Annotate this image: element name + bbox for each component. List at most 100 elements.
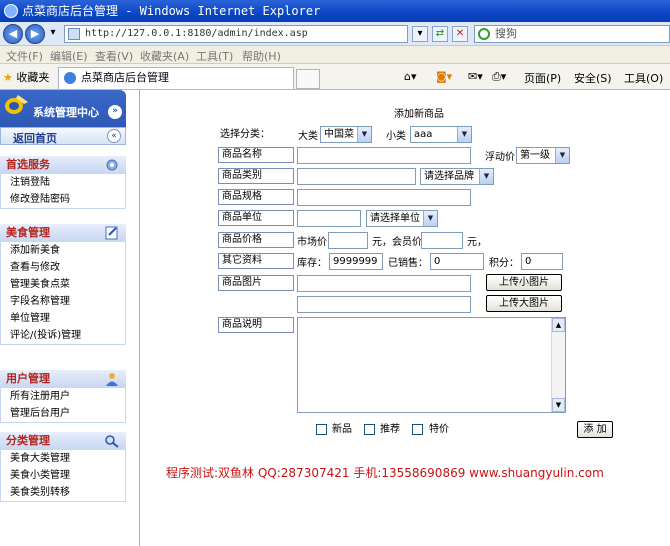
big-image-input[interactable] [297,296,471,313]
back-button[interactable]: ◀ [3,24,23,44]
product-type-label: 商品类别 [218,168,294,184]
stop-icon[interactable]: ✕ [452,26,468,42]
member-price-label: 元，会员价 [372,237,422,248]
product-spec-input[interactable] [297,189,471,206]
product-image-label: 商品图片 [218,275,294,291]
search-input[interactable]: 搜狗 [474,25,670,43]
navigation-bar: ◀ ▶ ▾ http://127.0.0.1:8180/admin/index.… [0,22,670,46]
address-bar[interactable]: http://127.0.0.1:8180/admin/index.asp [64,25,408,43]
product-desc-textarea[interactable]: ▲ ▼ [297,317,566,413]
upload-big-image-button[interactable]: 上传大图片 [486,295,562,312]
sidebar-item-comments[interactable]: 评论/(投诉)管理 [1,327,125,344]
page-menu[interactable]: 页面(P) [524,70,561,86]
product-price-label: 商品价格 [218,232,294,248]
upload-small-image-button[interactable]: 上传小图片 [486,274,562,291]
magnifier-icon [105,435,119,448]
print-icon[interactable]: ⎙▾ [492,70,506,84]
safety-menu[interactable]: 安全(S) [574,70,612,86]
new-label: 新品 [332,424,352,435]
brand-select[interactable]: 请选择品牌 ▼ [420,168,494,185]
recommend-checkbox[interactable] [364,424,375,435]
special-checkbox[interactable] [412,424,423,435]
section-title[interactable]: 用户管理 [0,370,126,388]
sidebar-item-small-category[interactable]: 美食小类管理 [1,467,125,484]
product-type-input[interactable] [297,168,416,185]
unit-select[interactable]: 请选择单位 ▼ [366,210,438,227]
float-price-value: 第一级 [520,150,550,161]
address-dropdown-icon[interactable]: ▾ [412,26,428,42]
address-text: http://127.0.0.1:8180/admin/index.asp [85,28,308,39]
tools-menu[interactable]: 工具(O) [624,70,663,86]
chevron-down-icon: ▼ [457,127,471,142]
sidebar-item-add-food[interactable]: 添加新美食 [1,242,125,259]
small-category-select[interactable]: aaa ▼ [410,126,472,143]
menu-help[interactable]: 帮助(H) [242,48,281,64]
favorites-button[interactable]: ★ 收藏夹 [3,69,49,85]
recommend-label: 推荐 [380,424,400,435]
forward-button[interactable]: ▶ [25,24,45,44]
credit-text: 程序测试:双鱼林 QQ:287307421 手机:13558690869 www… [166,466,604,480]
tab-current[interactable]: 点菜商店后台管理 [58,67,294,89]
submit-button[interactable]: 添 加 [577,421,613,438]
small-image-input[interactable] [297,275,471,292]
section-title[interactable]: 分类管理 [0,432,126,450]
menu-bar: 文件(F) 编辑(E) 查看(V) 收藏夹(A) 工具(T) 帮助(H) [0,46,670,64]
float-price-select[interactable]: 第一级 ▼ [516,147,570,164]
user-icon [106,373,118,386]
product-name-label: 商品名称 [218,147,294,163]
sidebar: 系统管理中心 » 返回首页 « 首选服务 注销登陆 修改登陆密码 美食管理 添加… [0,90,140,546]
sidebar-item-view-edit[interactable]: 查看与修改 [1,259,125,276]
section-title[interactable]: 首选服务 [0,156,126,174]
unit-select-value: 请选择单位 [370,213,420,224]
stock-input[interactable]: 9999999 [329,253,383,270]
sold-input[interactable]: 0 [430,253,484,270]
home-label: 返回首页 [13,132,57,145]
section-title-text: 用户管理 [6,372,50,385]
sidebar-home-link[interactable]: 返回首页 « [0,127,126,145]
sidebar-item-manage-orders[interactable]: 管理美食点菜 [1,276,125,293]
menu-favorites[interactable]: 收藏夹(A) [140,48,189,64]
history-dropdown-icon[interactable]: ▾ [45,26,61,42]
sidebar-item-admin-users[interactable]: 管理后台用户 [1,405,125,422]
sold-label: 已销售： [388,258,428,269]
member-price-input[interactable] [421,232,463,249]
star-icon: ★ [3,71,13,84]
scroll-down-icon[interactable]: ▼ [552,398,565,412]
chevron-down-icon: ▼ [555,148,569,163]
compat-view-icon[interactable]: ⇄ [432,26,448,42]
form-heading: 添加新商品 [394,109,444,120]
menu-view[interactable]: 查看(V) [95,48,133,64]
feeds-icon[interactable]: ◙▾ [436,70,452,83]
big-category-select[interactable]: 中国菜 ▼ [320,126,372,143]
gear-icon [106,159,118,171]
home-icon[interactable]: ⌂▾ [404,70,417,83]
favorites-label: 收藏夹 [16,71,50,84]
sidebar-item-logout[interactable]: 注销登陆 [1,174,125,191]
product-unit-input[interactable] [297,210,361,227]
menu-file[interactable]: 文件(F) [6,48,43,64]
new-checkbox[interactable] [316,424,327,435]
sidebar-item-field-names[interactable]: 字段名称管理 [1,293,125,310]
sidebar-item-units[interactable]: 单位管理 [1,310,125,327]
sidebar-item-change-password[interactable]: 修改登陆密码 [1,191,125,208]
menu-edit[interactable]: 编辑(E) [50,48,88,64]
ie-page-icon [64,72,76,84]
product-name-input[interactable] [297,147,471,164]
menu-tools[interactable]: 工具(T) [196,48,233,64]
mail-icon[interactable]: ✉▾ [468,70,483,83]
textarea-scrollbar[interactable]: ▲ ▼ [551,318,565,412]
sidebar-item-big-category[interactable]: 美食大类管理 [1,450,125,467]
collapse-all-icon[interactable]: » [108,105,122,119]
sidebar-item-all-users[interactable]: 所有注册用户 [1,388,125,405]
yuan-label: 元， [467,237,487,248]
sidebar-section-category: 分类管理 美食大类管理 美食小类管理 美食类别转移 [0,432,126,502]
section-title[interactable]: 美食管理 [0,224,126,242]
new-tab-button[interactable] [296,69,320,89]
section-title-text: 分类管理 [6,434,50,447]
market-price-input[interactable] [328,232,368,249]
scroll-up-icon[interactable]: ▲ [552,318,565,332]
sidebar-item-category-transfer[interactable]: 美食类别转移 [1,484,125,501]
points-input[interactable]: 0 [521,253,563,270]
collapse-sidebar-icon[interactable]: « [107,129,121,143]
other-info-label: 其它资料 [218,253,294,269]
